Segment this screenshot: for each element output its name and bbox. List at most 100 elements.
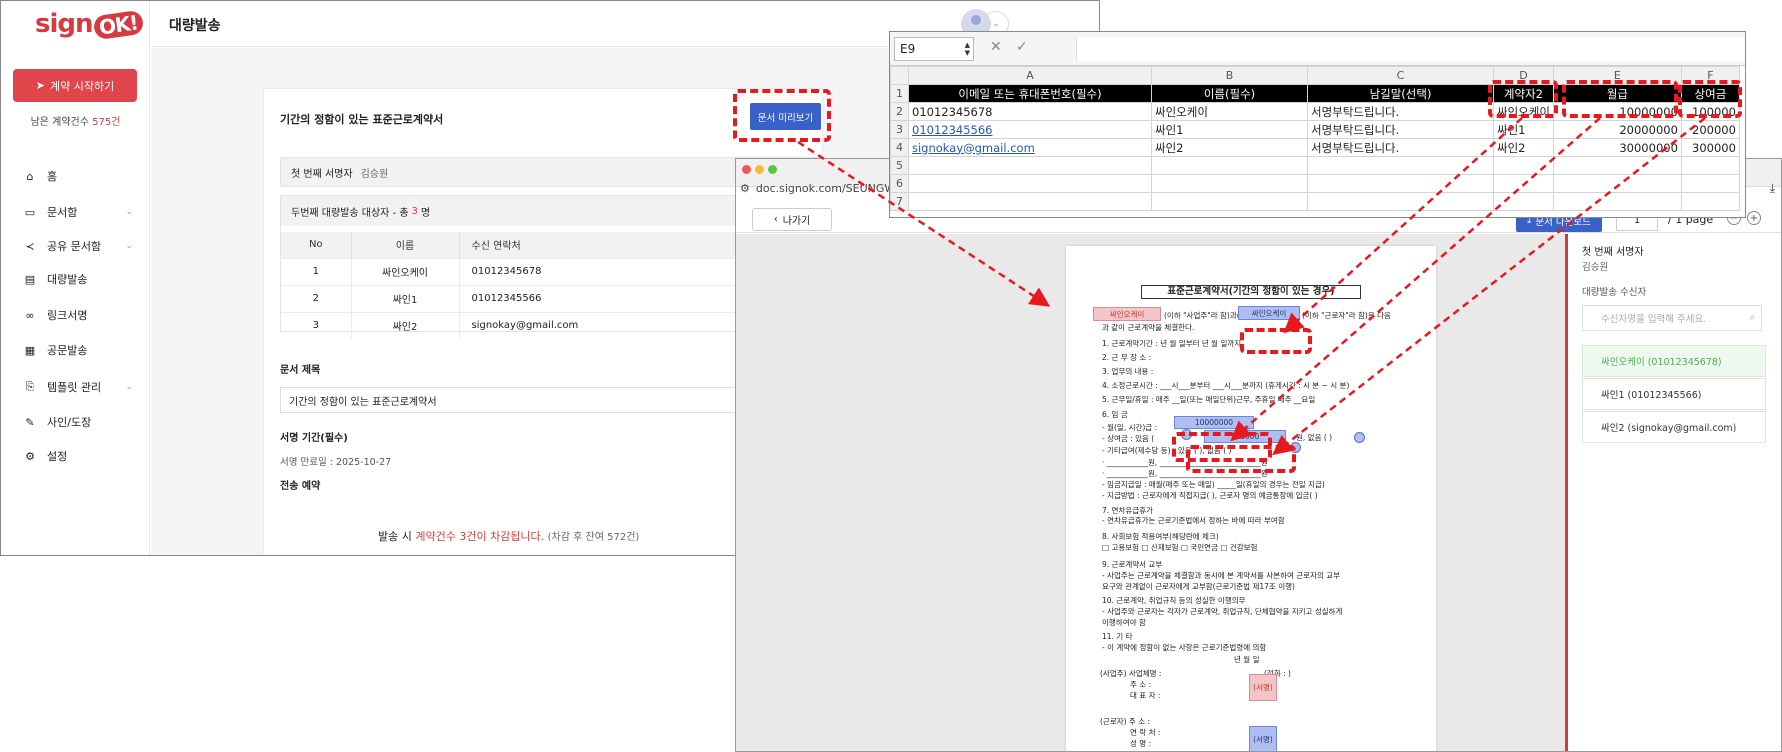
employee-seal-field[interactable]: (서명) [1249, 726, 1277, 751]
formula-input[interactable] [1076, 37, 1745, 61]
header-cell[interactable]: 월급 [1552, 84, 1682, 103]
cancel-icon[interactable]: ✕ [990, 39, 1002, 55]
header-cell[interactable]: 이름(필수) [1151, 84, 1308, 103]
column-letter[interactable]: B [1151, 66, 1308, 85]
cell[interactable]: 서명부탁드립니다. [1307, 120, 1494, 139]
employer-seal-field[interactable]: (서명) [1249, 674, 1277, 701]
header-cell[interactable]: 남길말(선택) [1307, 84, 1494, 103]
cell[interactable] [1307, 174, 1494, 193]
column-letter[interactable]: A [908, 66, 1152, 85]
row-number[interactable]: 6 [890, 174, 909, 193]
name-box[interactable]: E9 ▲ ▼ [894, 37, 974, 61]
cell[interactable] [1552, 156, 1682, 175]
sidebar-item-2[interactable]: ≺ 공유 문서함 ⌄ [23, 237, 133, 255]
row-number[interactable]: 5 [890, 156, 909, 175]
sidebar-item-1[interactable]: ▭ 문서함 ⌄ [23, 203, 133, 221]
minimize-window-icon[interactable] [755, 165, 764, 174]
cell[interactable]: signokay@gmail.com [908, 138, 1152, 157]
column-letter[interactable]: E [1552, 66, 1682, 85]
header-cell[interactable]: 계약자2 [1493, 84, 1554, 103]
cell[interactable]: 01012345566 [908, 120, 1152, 139]
document-preview-button[interactable]: 문서 미리보기 [750, 103, 821, 130]
cell[interactable] [1680, 174, 1740, 193]
cell[interactable] [1151, 156, 1308, 175]
cell[interactable]: 싸인1 [1151, 120, 1308, 139]
recipient-list-item[interactable]: 싸인1 (01012345566) [1582, 378, 1766, 410]
close-window-icon[interactable] [742, 165, 751, 174]
contract-line: 11. 기 타 [1102, 632, 1133, 641]
table-cell: 싸인오케이 [351, 257, 460, 285]
spin-arrows-icon[interactable]: ▲ ▼ [965, 41, 970, 57]
cell[interactable]: 01012345678 [908, 102, 1152, 121]
cell[interactable]: 싸인1 [1493, 120, 1554, 139]
site-settings-icon[interactable]: ⚙ [740, 182, 750, 195]
column-letter[interactable]: C [1307, 66, 1494, 85]
salary-field[interactable]: 10000000 [1174, 416, 1254, 429]
select-all-corner[interactable] [890, 66, 909, 85]
resize-handle[interactable] [1290, 442, 1301, 453]
download-icon[interactable]: ⤓ [1770, 181, 1775, 196]
chevron-down-icon[interactable]: ⌄ [125, 207, 133, 217]
row-number[interactable]: 2 [890, 102, 909, 121]
bonus-field[interactable]: 100000 [1204, 430, 1286, 443]
sidebar-item-3[interactable]: ▤ 대량발송 [23, 270, 133, 288]
chevron-down-icon[interactable]: ⌄ [125, 241, 133, 251]
cell[interactable] [1307, 192, 1494, 211]
cell[interactable] [1151, 174, 1308, 193]
cell[interactable] [1552, 192, 1682, 211]
check-icon[interactable]: ✓ [1016, 39, 1028, 55]
cell[interactable]: 30000000 [1552, 138, 1682, 157]
cell[interactable]: 싸인오케이 [1151, 102, 1308, 121]
cell[interactable] [908, 192, 1152, 211]
cell[interactable] [1680, 156, 1740, 175]
cell[interactable] [1493, 156, 1554, 175]
logo[interactable]: sign OK! [35, 9, 144, 41]
cell[interactable]: 100000 [1680, 102, 1740, 121]
cell[interactable]: 10000000 [1552, 102, 1682, 121]
cell[interactable] [908, 156, 1152, 175]
cell[interactable]: 200000 [1680, 120, 1740, 139]
cell[interactable]: 20000000 [1552, 120, 1682, 139]
cell[interactable]: 서명부탁드립니다. [1307, 102, 1494, 121]
employer-field[interactable]: 싸인오케이 [1093, 307, 1161, 321]
cell[interactable] [1493, 174, 1554, 193]
column-letter[interactable]: F [1680, 66, 1740, 85]
maximize-window-icon[interactable] [768, 165, 777, 174]
sidebar-item-5[interactable]: ▦ 공문발송 [23, 341, 133, 359]
sidebar-item-4[interactable]: ∞ 링크서명 [23, 306, 133, 324]
sidebar-item-7[interactable]: ✎ 사인/도장 [23, 413, 133, 431]
cell[interactable] [1680, 192, 1740, 211]
start-contract-button[interactable]: ➤ 계약 시작하기 [13, 69, 137, 102]
cell[interactable] [1307, 156, 1494, 175]
cell[interactable]: 300000 [1680, 138, 1740, 157]
header-cell[interactable]: 상여금 [1680, 84, 1740, 103]
sidebar-item-0[interactable]: ⌂ 홈 [23, 167, 133, 185]
employee-field[interactable]: 싸인오케이 [1238, 306, 1300, 320]
cell[interactable] [1151, 192, 1308, 211]
sidebar-item-8[interactable]: ⚙ 설정 [23, 447, 133, 465]
header-cell[interactable]: 이메일 또는 휴대폰번호(필수) [908, 84, 1152, 103]
radio-icon[interactable] [1354, 432, 1365, 443]
url-bar[interactable]: ⚙ doc.signok.com/SEUNGWON [736, 179, 912, 197]
sidebar-item-6[interactable]: ⎘ 템플릿 관리 ⌄ [23, 378, 133, 396]
zoom-in-icon[interactable]: + [1747, 211, 1761, 225]
cell[interactable]: 서명부탁드립니다. [1307, 138, 1494, 157]
exit-button[interactable]: ‹ 나가기 [752, 208, 832, 231]
chevron-down-icon[interactable]: ⌄ [125, 382, 133, 392]
cell[interactable] [908, 174, 1152, 193]
resize-handle[interactable] [1181, 429, 1192, 440]
cell[interactable]: 싸인2 [1151, 138, 1308, 157]
cell[interactable] [1493, 192, 1554, 211]
recipient-list-item[interactable]: 싸인2 (signokay@gmail.com) [1582, 411, 1766, 443]
cell[interactable]: 싸인2 [1493, 138, 1554, 157]
recipient-list-item[interactable]: 싸인오케이 (01012345678) [1582, 345, 1766, 377]
row-number[interactable]: 3 [890, 120, 909, 139]
row-number[interactable]: 1 [890, 84, 909, 103]
row-number[interactable]: 4 [890, 138, 909, 157]
recipient-search-input[interactable]: 수신자명을 입력해 주세요. ⌕ [1582, 305, 1762, 331]
sign-period-label: 서명 기간(필수) [280, 433, 348, 444]
row-number[interactable]: 7 [890, 192, 909, 211]
column-letter[interactable]: D [1493, 66, 1554, 85]
cell[interactable] [1552, 174, 1682, 193]
cell[interactable]: 싸인오케이 [1493, 102, 1554, 121]
